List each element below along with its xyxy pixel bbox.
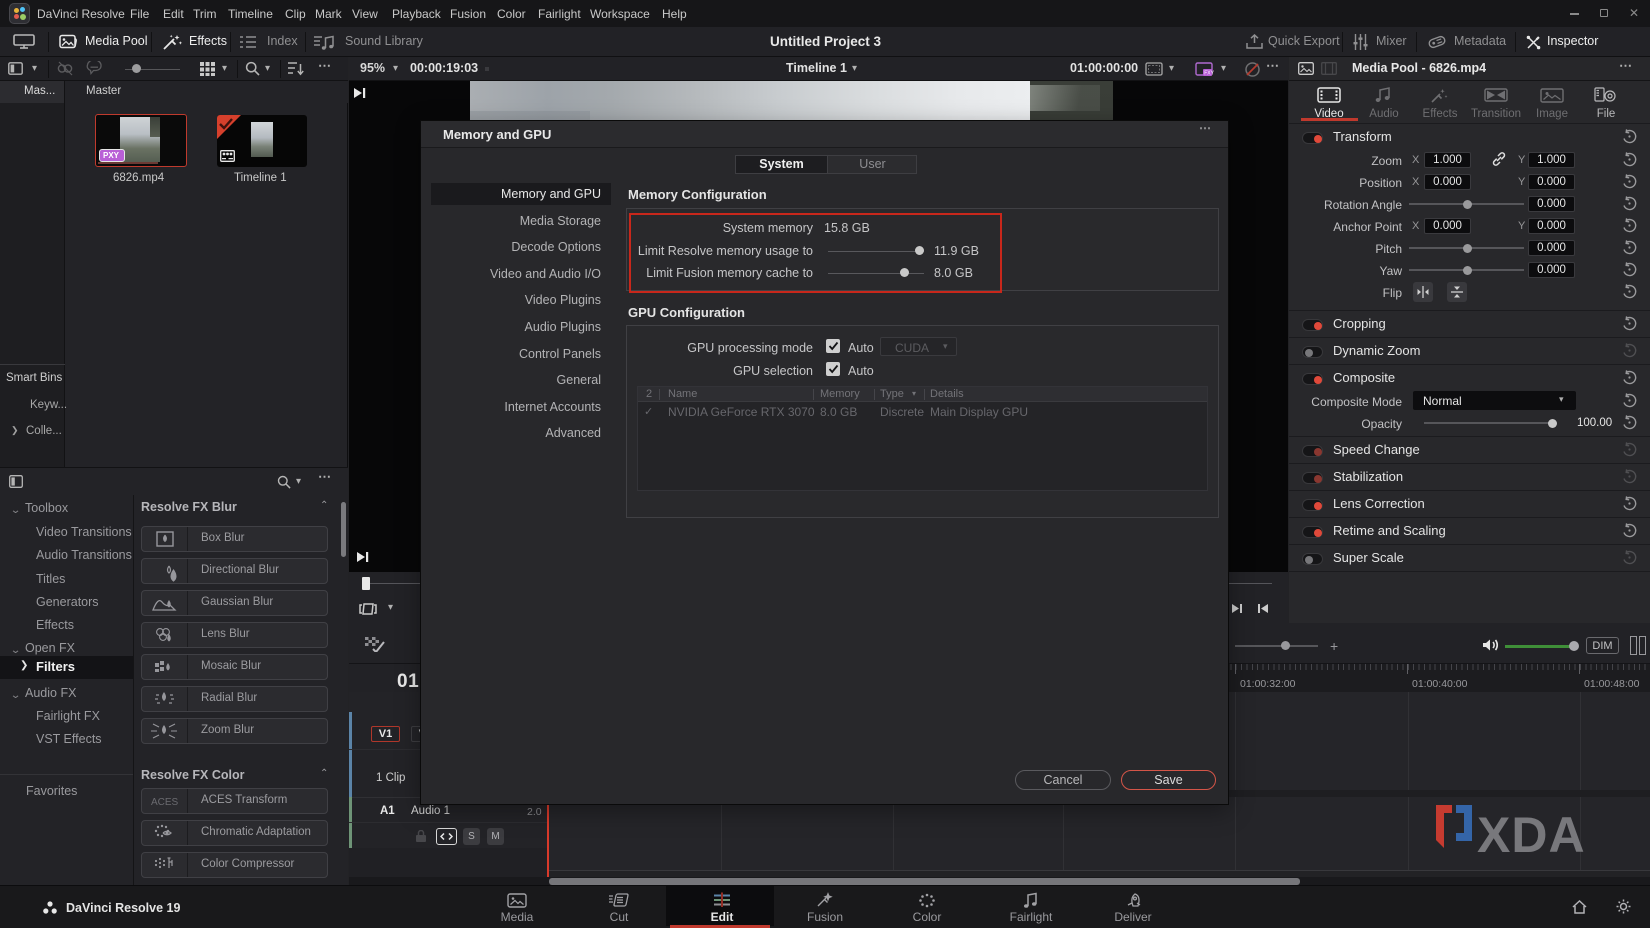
svg-text:FXY: FXY	[1204, 71, 1214, 77]
svg-text:XDA: XDA	[1477, 807, 1586, 862]
svg-text:ACES: ACES	[151, 797, 179, 808]
